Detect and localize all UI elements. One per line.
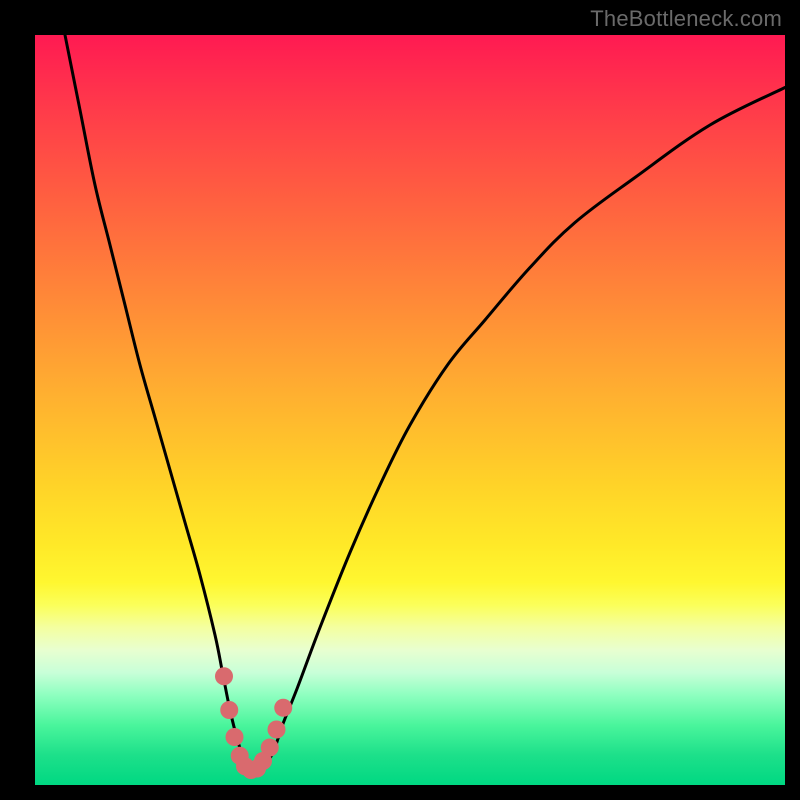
minimum-marker: [261, 739, 279, 757]
minimum-marker: [226, 728, 244, 746]
chart-frame: TheBottleneck.com: [0, 0, 800, 800]
minimum-region-markers: [215, 667, 292, 779]
watermark-text: TheBottleneck.com: [590, 6, 782, 32]
minimum-marker: [274, 699, 292, 717]
minimum-marker: [220, 701, 238, 719]
minimum-marker: [215, 667, 233, 685]
plot-area: [35, 35, 785, 785]
bottleneck-curve: [65, 35, 785, 771]
minimum-marker: [268, 721, 286, 739]
bottleneck-curve-svg: [35, 35, 785, 785]
